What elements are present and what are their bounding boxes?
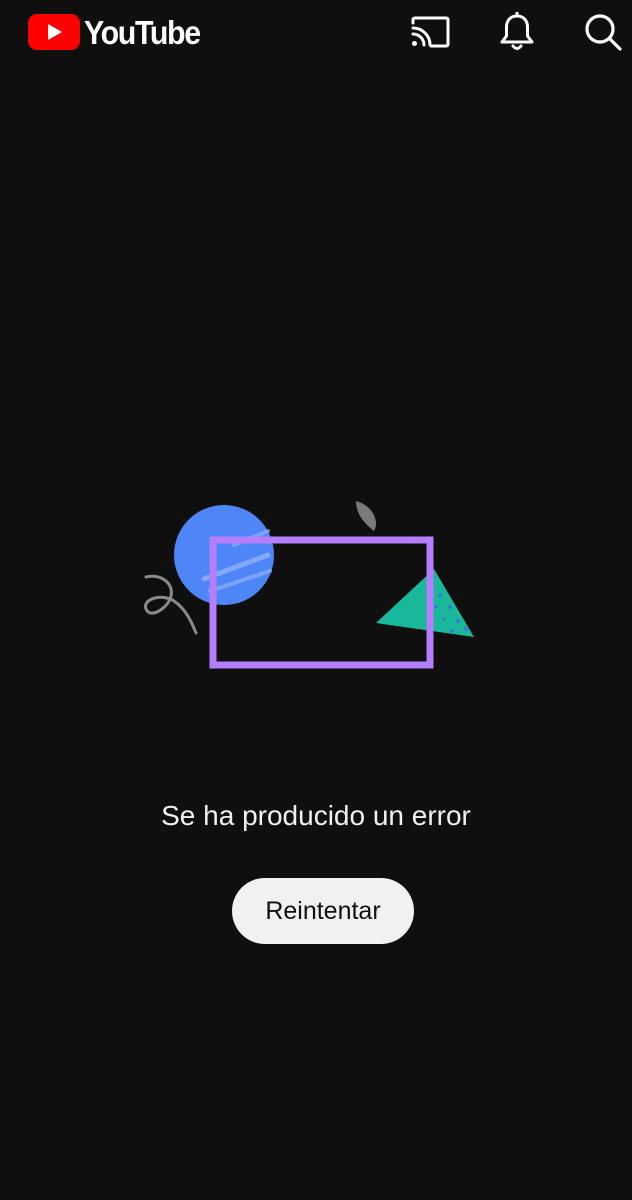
blue-circle-shape [174,505,274,605]
notifications-button[interactable] [493,8,541,56]
bell-icon [500,12,534,50]
error-message: Se ha producido un error [161,800,471,831]
youtube-play-logo-icon [28,14,80,50]
cast-icon [411,16,450,48]
search-icon [585,14,622,51]
cast-button[interactable] [406,8,454,56]
top-app-bar: YouTube [0,0,632,64]
half-moon-shape [356,501,376,531]
retry-button[interactable]: Reintentar [232,878,414,944]
search-button[interactable] [579,8,627,56]
logo-wordmark: YouTube [84,13,201,51]
teal-triangle-shape [376,569,474,637]
error-illustration [144,501,474,669]
youtube-logo[interactable]: YouTube [28,12,210,52]
